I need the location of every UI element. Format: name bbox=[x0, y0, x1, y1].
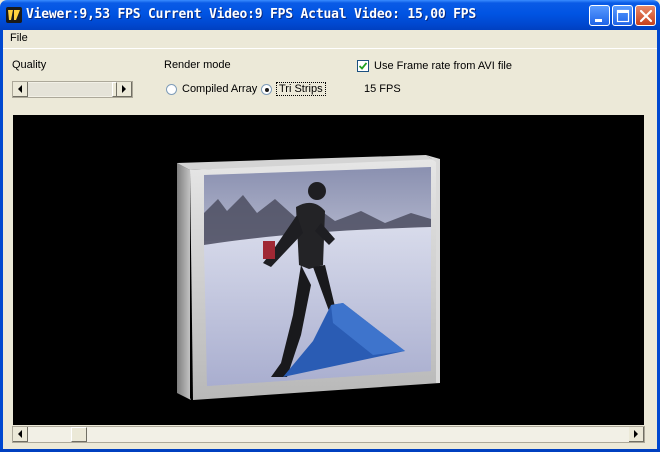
title-bar[interactable]: Viewer:9,53 FPS Current Video:9 FPS Actu… bbox=[0, 0, 660, 30]
maximize-button[interactable] bbox=[612, 5, 633, 26]
close-icon bbox=[639, 9, 653, 23]
box-left-side bbox=[177, 163, 191, 400]
quality-scroll-left-button[interactable] bbox=[13, 82, 28, 97]
minimize-icon bbox=[595, 19, 602, 22]
menu-bar: File bbox=[3, 30, 657, 49]
viewport-scroll-thumb[interactable] bbox=[71, 427, 87, 442]
video-box-3d bbox=[177, 155, 440, 400]
window-frame-left bbox=[0, 30, 3, 452]
viewport-scroll-left-button[interactable] bbox=[13, 427, 28, 442]
arrow-left-icon bbox=[18, 430, 22, 438]
framerate-checkbox[interactable] bbox=[357, 60, 369, 72]
radio-compiled-array[interactable] bbox=[166, 84, 177, 95]
arrow-right-icon bbox=[634, 430, 638, 438]
render-viewport[interactable] bbox=[13, 115, 644, 425]
quality-label: Quality bbox=[12, 59, 47, 71]
radio-tri-strips-label[interactable]: Tri Strips bbox=[276, 82, 326, 96]
close-button[interactable] bbox=[635, 5, 656, 26]
checkmark-icon bbox=[359, 62, 367, 70]
radio-tri-strips[interactable] bbox=[261, 84, 272, 95]
radio-selected-dot bbox=[265, 88, 269, 92]
framerate-checkbox-label[interactable]: Use Frame rate from AVI file bbox=[374, 60, 512, 72]
quality-slider[interactable] bbox=[12, 81, 133, 98]
arrow-left-icon bbox=[18, 85, 22, 93]
quality-scroll-right-button[interactable] bbox=[117, 82, 132, 97]
viewport-scroll-right-button[interactable] bbox=[629, 427, 644, 442]
radio-compiled-array-label[interactable]: Compiled Array bbox=[182, 83, 257, 95]
minimize-button[interactable] bbox=[589, 5, 610, 26]
app-icon bbox=[6, 7, 22, 23]
render-mode-label: Render mode bbox=[164, 59, 231, 71]
menu-item-file[interactable]: File bbox=[10, 32, 28, 44]
maximize-icon bbox=[616, 9, 630, 23]
quality-slider-track bbox=[28, 83, 112, 96]
window-title: Viewer:9,53 FPS Current Video:9 FPS Actu… bbox=[26, 7, 476, 22]
arrow-right-icon bbox=[122, 85, 126, 93]
viewport-horizontal-scrollbar[interactable] bbox=[12, 426, 645, 443]
fps-value-label: 15 FPS bbox=[364, 83, 401, 95]
